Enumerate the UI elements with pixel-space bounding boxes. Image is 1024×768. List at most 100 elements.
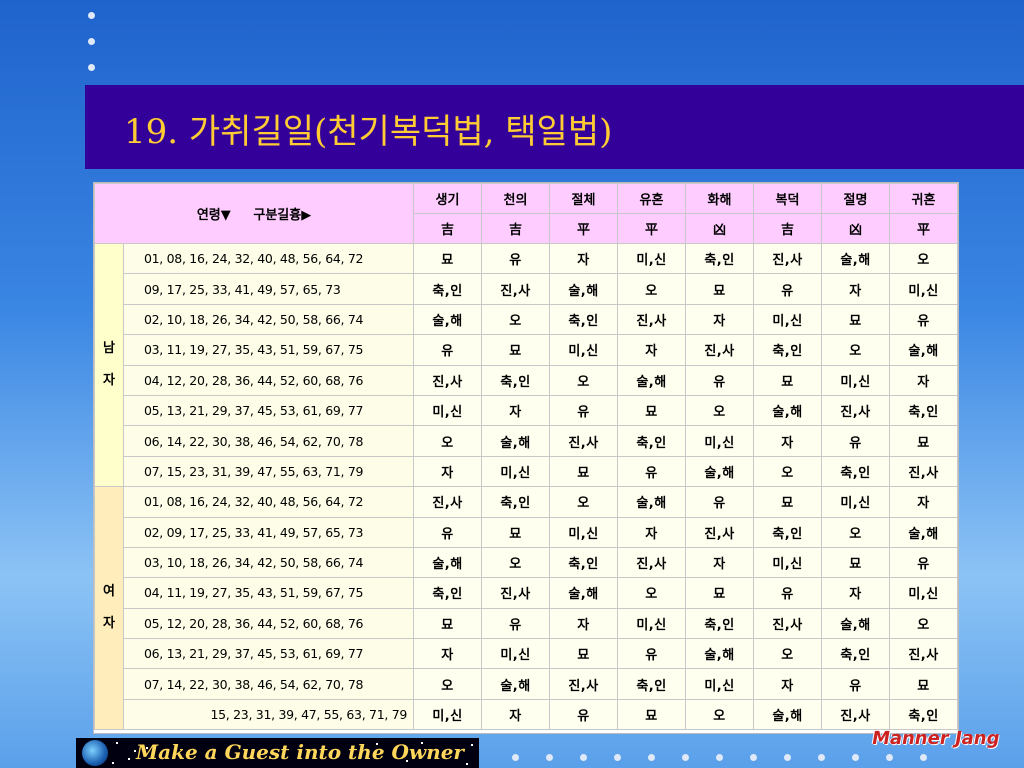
value-cell: 진,사: [821, 698, 891, 731]
value-cell: 미,신: [617, 607, 687, 640]
value-cell: 묘: [413, 607, 483, 640]
table-row: 04, 11, 19, 27, 35, 43, 51, 59, 67, 75 축,…: [95, 577, 959, 609]
slide-title: 19. 가취길일(천기복덕법, 택일법): [124, 112, 613, 152]
bullet-dot: [818, 754, 825, 761]
age-cell: 07, 15, 23, 31, 39, 47, 55, 63, 71, 79: [122, 455, 415, 488]
age-cell: 05, 12, 20, 28, 36, 44, 52, 60, 68, 76: [122, 607, 415, 640]
bullet-dot: [648, 754, 655, 761]
value-cell: 묘: [821, 303, 891, 336]
value-cell: 진,사: [481, 273, 551, 305]
value-cell: 술,해: [753, 698, 823, 731]
column-fortune: 吉: [753, 213, 823, 244]
star-dot: [466, 763, 468, 765]
value-cell: 미,신: [549, 516, 619, 548]
age-cell: 03, 11, 19, 27, 35, 43, 51, 59, 67, 75: [122, 334, 415, 366]
table-row: 07, 15, 23, 31, 39, 47, 55, 63, 71, 79 자 미…: [95, 455, 959, 488]
value-cell: 오: [889, 607, 959, 640]
brand-logo: Manner Jang: [870, 728, 1002, 749]
age-cell: 02, 09, 17, 25, 33, 41, 49, 57, 65, 73: [122, 516, 415, 548]
value-cell: 묘: [549, 638, 619, 670]
column-header: 복덕: [753, 183, 823, 214]
value-cell: 오: [481, 546, 551, 579]
value-cell: 유: [753, 577, 823, 609]
column-header: 유혼: [617, 183, 687, 214]
column-fortune: 凶: [685, 213, 755, 244]
value-cell: 진,사: [685, 334, 755, 366]
column-header: 천의: [481, 183, 551, 214]
value-cell: 유: [821, 425, 891, 457]
age-cell: 01, 08, 16, 24, 32, 40, 48, 56, 64, 72: [122, 486, 415, 518]
column-header: 화해: [685, 183, 755, 214]
value-cell: 술,해: [889, 516, 959, 548]
value-cell: 오: [753, 638, 823, 670]
value-cell: 묘: [481, 334, 551, 366]
value-cell: 묘: [821, 546, 891, 579]
value-cell: 자: [617, 516, 687, 548]
age-cell: 06, 14, 22, 30, 38, 46, 54, 62, 70, 78: [122, 425, 415, 457]
value-cell: 유: [685, 364, 755, 396]
group-female: 여자: [94, 486, 124, 731]
footer-banner: Make a Guest into the Owner: [76, 738, 479, 768]
column-header: 절체: [549, 183, 619, 214]
value-cell: 오: [685, 394, 755, 427]
value-cell: 축,인: [753, 334, 823, 366]
bullet-dot: [750, 754, 757, 761]
table-row: 05, 13, 21, 29, 37, 45, 53, 61, 69, 77 미,…: [95, 394, 959, 427]
value-cell: 축,인: [889, 394, 959, 427]
table-row: 07, 14, 22, 30, 38, 46, 54, 62, 70, 78 오 술…: [95, 668, 959, 700]
value-cell: 진,사: [821, 394, 891, 427]
value-cell: 진,사: [481, 577, 551, 609]
header-row: 연령▼ 구분길흉▶ 생기 천의 절체 유혼 화해 복덕 절명 귀혼: [93, 183, 959, 244]
age-cell: 03, 10, 18, 26, 34, 42, 50, 58, 66, 74: [122, 546, 415, 579]
value-cell: 진,사: [753, 607, 823, 640]
column-fortune: 平: [617, 213, 687, 244]
value-cell: 자: [821, 577, 891, 609]
bullet-dot: [88, 12, 95, 19]
value-cell: 유: [889, 546, 959, 579]
value-cell: 묘: [753, 364, 823, 396]
column-fortune: 凶: [821, 213, 891, 244]
table-row: 04, 12, 20, 28, 36, 44, 52, 60, 68, 76 진,…: [95, 364, 959, 396]
value-cell: 술,해: [821, 242, 891, 275]
column-fortune: 吉: [413, 213, 483, 244]
value-cell: 술,해: [889, 334, 959, 366]
value-cell: 자: [549, 242, 619, 275]
column-header: 귀혼: [889, 183, 959, 214]
value-cell: 오: [413, 425, 483, 457]
value-cell: 축,인: [821, 638, 891, 670]
value-cell: 오: [753, 455, 823, 488]
value-cell: 자: [685, 546, 755, 579]
value-cell: 오: [481, 303, 551, 336]
value-cell: 축,인: [753, 516, 823, 548]
value-cell: 진,사: [413, 364, 483, 396]
table-row: 05, 12, 20, 28, 36, 44, 52, 60, 68, 76 묘 유…: [95, 607, 959, 640]
value-cell: 미,신: [821, 486, 891, 518]
value-cell: 유: [481, 607, 551, 640]
group-male: 남자: [94, 242, 124, 488]
footer-slogan: Make a Guest into the Owner: [136, 740, 464, 764]
age-cell: 02, 10, 18, 26, 34, 42, 50, 58, 66, 74: [122, 303, 415, 336]
value-cell: 진,사: [753, 242, 823, 275]
value-cell: 묘: [889, 668, 959, 700]
value-cell: 오: [413, 668, 483, 700]
age-cell: 04, 12, 20, 28, 36, 44, 52, 60, 68, 76: [122, 364, 415, 396]
value-cell: 술,해: [413, 546, 483, 579]
table-row: 02, 10, 18, 26, 34, 42, 50, 58, 66, 74 술,…: [95, 303, 959, 336]
value-cell: 묘: [549, 455, 619, 488]
column-fortune: 平: [549, 213, 619, 244]
value-cell: 유: [889, 303, 959, 336]
value-cell: 축,인: [481, 486, 551, 518]
age-cell: 04, 11, 19, 27, 35, 43, 51, 59, 67, 75: [122, 577, 415, 609]
bullet-dot: [886, 754, 893, 761]
value-cell: 진,사: [549, 425, 619, 457]
value-cell: 술,해: [617, 364, 687, 396]
bullet-dot: [784, 754, 791, 761]
value-cell: 미,신: [753, 546, 823, 579]
star-dot: [116, 742, 118, 744]
value-cell: 술,해: [685, 455, 755, 488]
value-cell: 묘: [413, 242, 483, 275]
column-fortune: 吉: [481, 213, 551, 244]
bullet-dot: [88, 38, 95, 45]
age-cell: 01, 08, 16, 24, 32, 40, 48, 56, 64, 72: [122, 242, 415, 275]
bullet-dot: [546, 754, 553, 761]
